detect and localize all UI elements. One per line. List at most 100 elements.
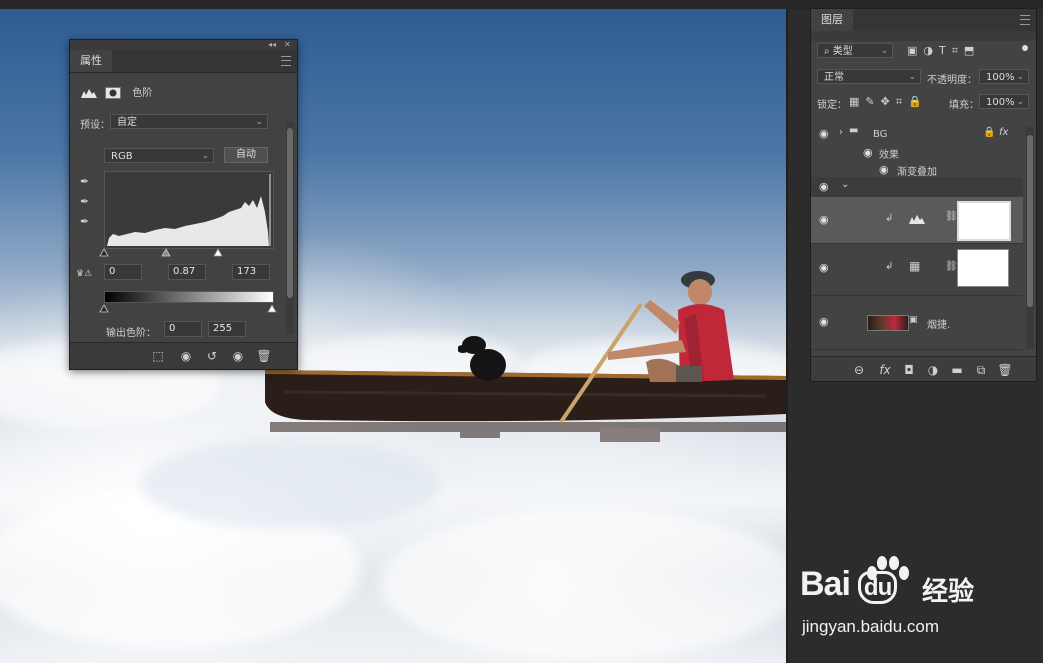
layer-filter-dropdown[interactable]: ⌕ 类型 ⌄ bbox=[817, 43, 893, 58]
input-black-field[interactable]: 0 bbox=[104, 264, 142, 280]
gamma-slider[interactable] bbox=[161, 248, 171, 257]
levels-icon[interactable] bbox=[80, 87, 98, 99]
chain-link-icon[interactable]: ⛓ bbox=[945, 211, 958, 222]
preset-label: 预设： bbox=[80, 120, 110, 131]
layer-mask-thumbnail[interactable] bbox=[957, 249, 1009, 287]
panel-menu-icon[interactable] bbox=[1020, 15, 1030, 25]
input-gamma-field[interactable]: 0.87 bbox=[168, 264, 206, 280]
output-gradient-bar bbox=[104, 291, 274, 303]
collapse-icon[interactable]: ◂◂ bbox=[268, 40, 276, 50]
output-white-field[interactable]: 255 bbox=[208, 321, 246, 337]
view-previous-state-icon[interactable]: ◉ bbox=[178, 348, 194, 364]
layer-adjustment-2[interactable]: ◉ ↲ ▦ ⛓ bbox=[811, 243, 1023, 296]
dog-silhouette bbox=[458, 336, 506, 381]
new-layer-icon[interactable]: ⧉ bbox=[973, 362, 989, 378]
layer-filter-icons[interactable]: ▣◑T⌗⬒ bbox=[907, 44, 980, 58]
output-black-slider[interactable] bbox=[99, 304, 109, 313]
layer-levels-adjustment[interactable]: ◉ ↲ ⛓ bbox=[811, 197, 1023, 244]
canvas-divider bbox=[786, 9, 788, 663]
fill-field[interactable]: 100% ⌄ bbox=[979, 94, 1029, 109]
white-point-slider[interactable] bbox=[213, 248, 223, 257]
properties-scrollbar[interactable] bbox=[286, 122, 294, 334]
expand-arrow-icon[interactable]: › bbox=[839, 127, 843, 138]
trash-icon[interactable]: 🗑 bbox=[256, 348, 272, 364]
channel-value: RGB bbox=[111, 151, 133, 162]
properties-footer: ⬚ ◉ ↺ ◉ 🗑 bbox=[70, 342, 297, 369]
brand-url: jingyan.baidu.com bbox=[802, 617, 940, 636]
chevron-down-icon: ⌄ bbox=[201, 151, 209, 161]
input-level-sliders[interactable] bbox=[98, 247, 278, 257]
opacity-value: 100% bbox=[986, 72, 1015, 83]
eye-icon[interactable]: ◉ bbox=[819, 181, 833, 192]
output-white-slider[interactable] bbox=[267, 304, 277, 313]
chevron-down-icon: ⌄ bbox=[255, 117, 263, 127]
blend-mode-dropdown[interactable]: 正常 ⌄ bbox=[817, 69, 921, 84]
filter-toggle-icon[interactable] bbox=[1022, 45, 1028, 51]
add-mask-icon[interactable]: ◘ bbox=[901, 362, 917, 378]
fx-icon[interactable]: fx bbox=[999, 127, 1008, 138]
layers-scrollbar[interactable] bbox=[1026, 127, 1034, 349]
link-layers-icon[interactable]: ⊖ bbox=[851, 362, 867, 378]
baidu-watermark: Bai du 经验 jingyan.baidu.com bbox=[800, 555, 990, 645]
expand-arrow-icon[interactable]: ⌄ bbox=[841, 179, 849, 190]
preset-dropdown[interactable]: 自定 ⌄ bbox=[110, 114, 268, 129]
levels-icon bbox=[909, 215, 925, 224]
adjustment-name: 色阶 bbox=[132, 88, 153, 99]
cloud bbox=[140, 439, 440, 529]
layer-group-bg[interactable]: ◉ › ▬ BG 🔒 fx ◉ 效果 ◉ 渐变叠加 bbox=[811, 117, 1023, 178]
eye-icon[interactable]: ◉ bbox=[819, 214, 833, 225]
adjustment-header: 色阶 bbox=[80, 84, 152, 99]
panel-titlebar[interactable]: ◂◂ ✕ bbox=[70, 40, 297, 50]
layers-spacer bbox=[811, 31, 1036, 41]
boat-reflection bbox=[270, 422, 786, 442]
chain-link-icon[interactable]: ⛓ bbox=[945, 261, 958, 272]
input-levels-icon: ♛⚠ bbox=[76, 269, 93, 279]
eye-icon[interactable]: ◉ bbox=[230, 348, 246, 364]
channel-dropdown[interactable]: RGB ⌄ bbox=[104, 148, 214, 163]
new-group-folder-icon[interactable]: ▬ bbox=[949, 362, 965, 378]
eyedropper-gray-icon[interactable]: ✒ bbox=[80, 196, 92, 208]
input-white-field[interactable]: 173 bbox=[232, 264, 270, 280]
panel-menu-icon[interactable] bbox=[281, 56, 291, 66]
layer-group-collapsed[interactable]: ◉ ⌄ bbox=[811, 177, 1023, 198]
tab-layers[interactable]: 图层 bbox=[811, 9, 853, 31]
trash-icon[interactable]: 🗑 bbox=[997, 362, 1013, 378]
opacity-field[interactable]: 100% ⌄ bbox=[979, 69, 1029, 84]
fill-value: 100% bbox=[986, 97, 1015, 108]
output-level-sliders[interactable] bbox=[98, 303, 278, 313]
properties-tabbar: 属性 bbox=[70, 50, 297, 73]
tab-properties[interactable]: 属性 bbox=[70, 50, 112, 72]
layer-name: 烟捷. bbox=[927, 320, 951, 331]
fill-label: 填充： bbox=[949, 100, 979, 111]
layer-thumbnail[interactable] bbox=[867, 315, 909, 331]
eye-icon[interactable]: ◉ bbox=[879, 164, 893, 175]
new-adjustment-icon[interactable]: ◑ bbox=[925, 362, 941, 378]
eyedropper-black-icon[interactable]: ✒ bbox=[80, 176, 92, 188]
filter-kind: 类型 bbox=[832, 46, 853, 57]
lock-icons[interactable]: ▦✎✥⌗🔒 bbox=[849, 95, 928, 109]
output-black-field[interactable]: 0 bbox=[164, 321, 202, 337]
eye-icon[interactable]: ◉ bbox=[819, 128, 833, 139]
mask-icon[interactable] bbox=[105, 87, 122, 99]
reset-icon[interactable]: ↺ bbox=[204, 348, 220, 364]
eye-icon[interactable]: ◉ bbox=[819, 316, 833, 327]
opacity-label: 不透明度： bbox=[927, 75, 977, 86]
eye-icon[interactable]: ◉ bbox=[863, 147, 877, 158]
lock-icon: 🔒 bbox=[983, 127, 996, 138]
fx-icon[interactable]: fx bbox=[877, 362, 893, 378]
output-levels-label: 输出色阶： bbox=[106, 328, 156, 339]
eyedropper-white-icon[interactable]: ✒ bbox=[80, 216, 92, 228]
layers-panel[interactable]: 图层 ⌕ 类型 ⌄ ▣◑T⌗⬒ 正常 ⌄ 不透明度： 100% ⌄ 锁定： ▦✎… bbox=[810, 8, 1037, 382]
layers-tabbar: 图层 bbox=[811, 9, 1036, 32]
layer-boat[interactable]: ◉ ▣ 烟捷. bbox=[811, 295, 1023, 350]
layer-name: BG bbox=[873, 129, 888, 140]
auto-button[interactable]: 自动 bbox=[224, 147, 268, 163]
clip-to-layer-icon[interactable]: ⬚ bbox=[150, 348, 166, 364]
close-icon[interactable]: ✕ bbox=[284, 40, 291, 50]
layer-mask-thumbnail[interactable] bbox=[957, 201, 1011, 241]
eye-icon[interactable]: ◉ bbox=[819, 262, 833, 273]
chevron-down-icon: ⌄ bbox=[1016, 97, 1024, 107]
black-point-slider[interactable] bbox=[99, 248, 109, 257]
properties-panel[interactable]: ◂◂ ✕ 属性 色阶 预设： 自定 ⌄ RGB ⌄ 自动 ✒ ✒ ✒ ♛⚠ 0 bbox=[69, 39, 298, 370]
effects-label: 效果 bbox=[879, 150, 899, 161]
